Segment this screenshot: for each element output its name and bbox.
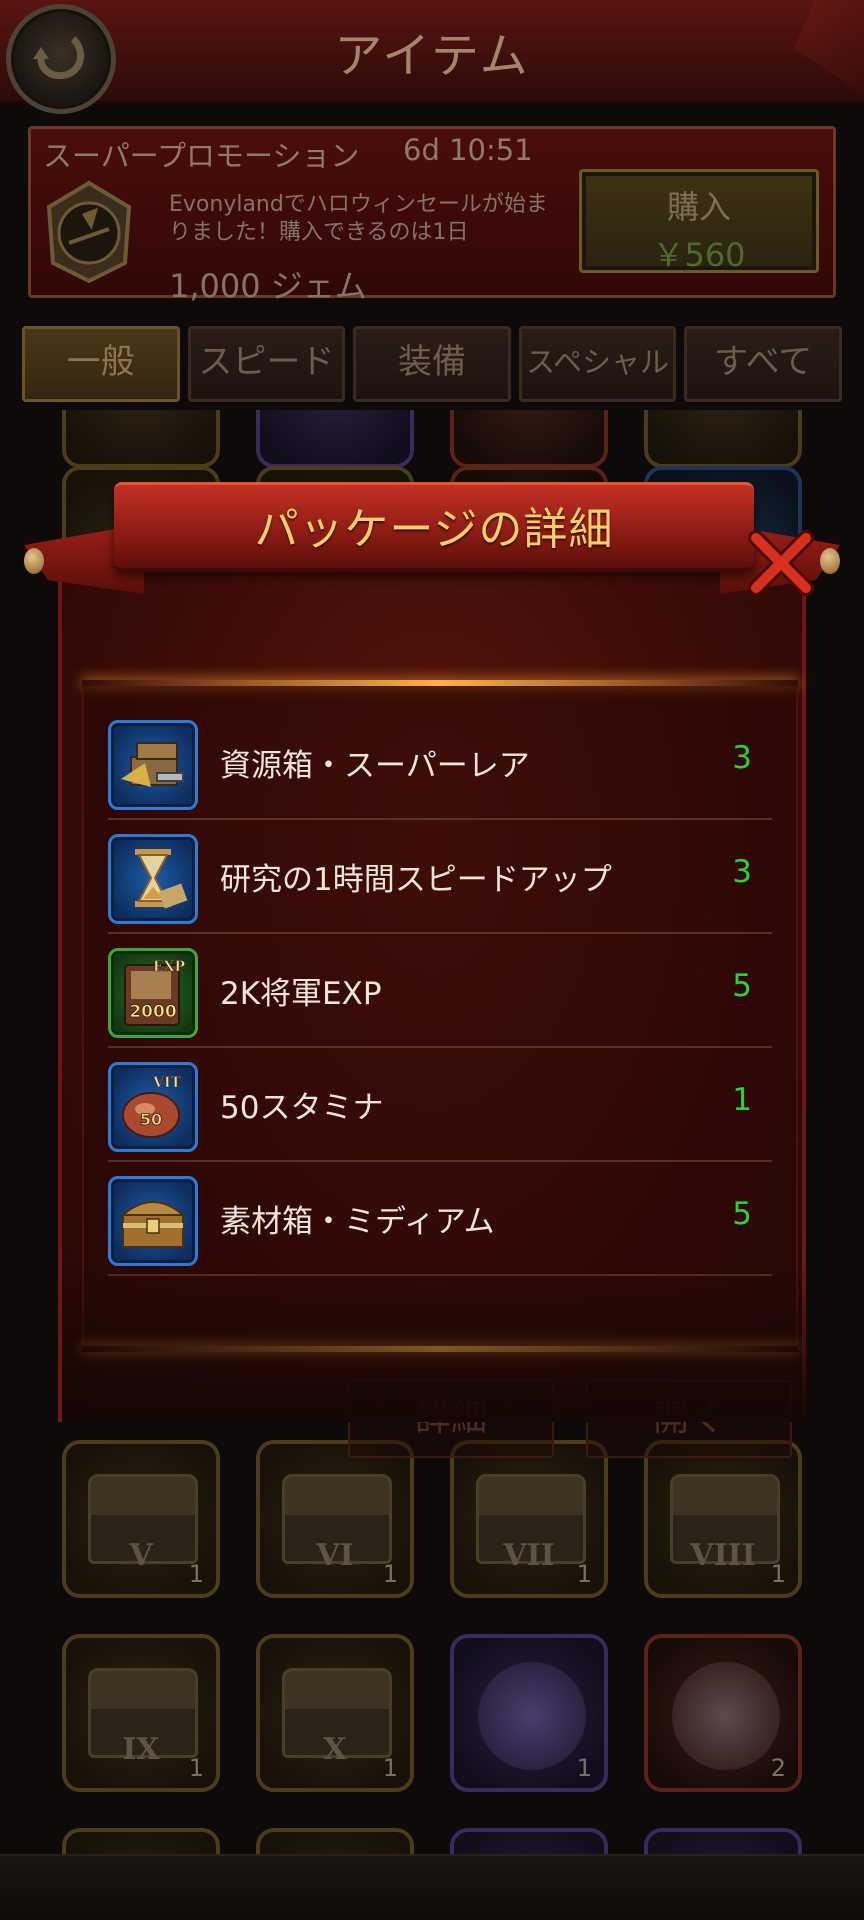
hourglass-icon xyxy=(108,834,198,924)
item-name: 素材箱・ミディアム xyxy=(220,1204,495,1240)
stamina-meat-icon: VIT 50 xyxy=(108,1062,198,1152)
item-name: 研究の1時間スピードアップ xyxy=(220,862,612,898)
item-quantity: 3 xyxy=(732,740,752,776)
list-item: 研究の1時間スピードアップ 3 xyxy=(108,820,772,934)
list-item: VIT 50 50スタミナ 1 xyxy=(108,1048,772,1162)
buy-label: 購入 xyxy=(666,188,731,226)
item-count: 1 xyxy=(382,1560,398,1588)
dialog-title: パッケージの詳細 xyxy=(254,504,614,555)
chest-item-slot[interactable]: IX 1 xyxy=(62,1634,220,1792)
resource-crate-icon xyxy=(108,720,198,810)
scroll-knob-left xyxy=(24,548,44,574)
exp-book-icon: EXP 2000 xyxy=(108,948,198,1038)
chest-item-slot[interactable]: V 1 xyxy=(62,1440,220,1598)
item-quantity: 1 xyxy=(732,1082,752,1118)
close-button[interactable] xyxy=(746,530,816,596)
promo-description: Evonylandでハロウィンセールが始まりました！購入できるのは1日 xyxy=(169,192,548,245)
list-item: 素材箱・ミディアム 5 xyxy=(108,1162,772,1276)
dialog-header-banner: パッケージの詳細 xyxy=(114,482,754,572)
castle-skin-item-slot[interactable]: 1 xyxy=(450,1634,608,1792)
chest-item-slot[interactable]: VIII 1 xyxy=(644,1440,802,1598)
material-chest-icon xyxy=(108,1176,198,1266)
tab-special[interactable]: スペシャル xyxy=(518,326,677,402)
dialog-body: 資源箱・スーパーレア 3 研究の1時間スピードアップ 3 EXP 2000 2K… xyxy=(58,542,810,1458)
item-slot[interactable] xyxy=(450,410,608,468)
chest-item-slot[interactable]: VII 1 xyxy=(450,1440,608,1598)
tab-general[interactable]: 一般 xyxy=(22,326,180,402)
buy-button[interactable]: 購入 ￥560 xyxy=(579,169,819,274)
item-count: 1 xyxy=(382,1754,398,1782)
castle-skin-item-slot[interactable]: 2 xyxy=(644,1634,802,1792)
item-count: 1 xyxy=(188,1560,204,1588)
tab-equipment[interactable]: 装備 xyxy=(353,326,511,402)
buy-price: ￥560 xyxy=(652,236,746,274)
rainbow-castle-icon xyxy=(478,1662,586,1770)
list-item: 資源箱・スーパーレア 3 xyxy=(108,706,772,820)
witch-emblem-icon xyxy=(46,180,132,284)
item-slot[interactable] xyxy=(644,410,802,468)
package-details-dialog: 資源箱・スーパーレア 3 研究の1時間スピードアップ 3 EXP 2000 2K… xyxy=(24,482,840,1458)
chest-item-slot[interactable]: VI 1 xyxy=(256,1440,414,1598)
top-bar: アイテム xyxy=(0,0,864,114)
item-count: 1 xyxy=(770,1560,786,1588)
promotion-banner[interactable]: スーパープロモーション 6d 10:51 Evonylandでハロウィンセールが… xyxy=(28,126,836,305)
tab-all[interactable]: すべて xyxy=(684,326,842,402)
promo-title: スーパープロモーション xyxy=(43,139,360,173)
item-quantity: 5 xyxy=(732,1196,752,1232)
page-title: アイテム xyxy=(334,28,530,84)
item-name: 50スタミナ xyxy=(220,1090,384,1126)
tab-speed[interactable]: スピード xyxy=(187,326,346,402)
item-count: 1 xyxy=(576,1754,592,1782)
dialog-fade xyxy=(62,1262,810,1422)
svg-text:2000: 2000 xyxy=(129,1002,176,1022)
item-slot[interactable] xyxy=(62,410,220,468)
bottom-bar xyxy=(0,1854,864,1920)
promo-timer: 6d 10:51 xyxy=(403,133,533,167)
item-quantity: 5 xyxy=(732,968,752,1004)
item-count: 1 xyxy=(576,1560,592,1588)
item-quantity: 3 xyxy=(732,854,752,890)
svg-text:EXP: EXP xyxy=(153,959,186,975)
item-name: 2K将軍EXP xyxy=(220,976,382,1012)
item-name: 資源箱・スーパーレア xyxy=(220,748,530,784)
svg-text:50: 50 xyxy=(140,1110,162,1129)
package-item-list: 資源箱・スーパーレア 3 研究の1時間スピードアップ 3 EXP 2000 2K… xyxy=(108,706,772,1276)
close-icon xyxy=(748,530,814,596)
item-count: 1 xyxy=(188,1754,204,1782)
item-slot[interactable] xyxy=(256,410,414,468)
chest-item-slot[interactable]: X 1 xyxy=(256,1634,414,1792)
svg-text:VIT: VIT xyxy=(152,1075,181,1091)
item-count: 2 xyxy=(770,1754,786,1782)
promo-gems: 1,000 ジェム xyxy=(169,267,367,305)
category-tabs: 一般 スピード 装備 スペシャル すべて xyxy=(22,326,842,402)
list-item: EXP 2000 2K将軍EXP 5 xyxy=(108,934,772,1048)
snow-castle-icon xyxy=(672,1662,780,1770)
scroll-knob-right xyxy=(820,548,840,574)
